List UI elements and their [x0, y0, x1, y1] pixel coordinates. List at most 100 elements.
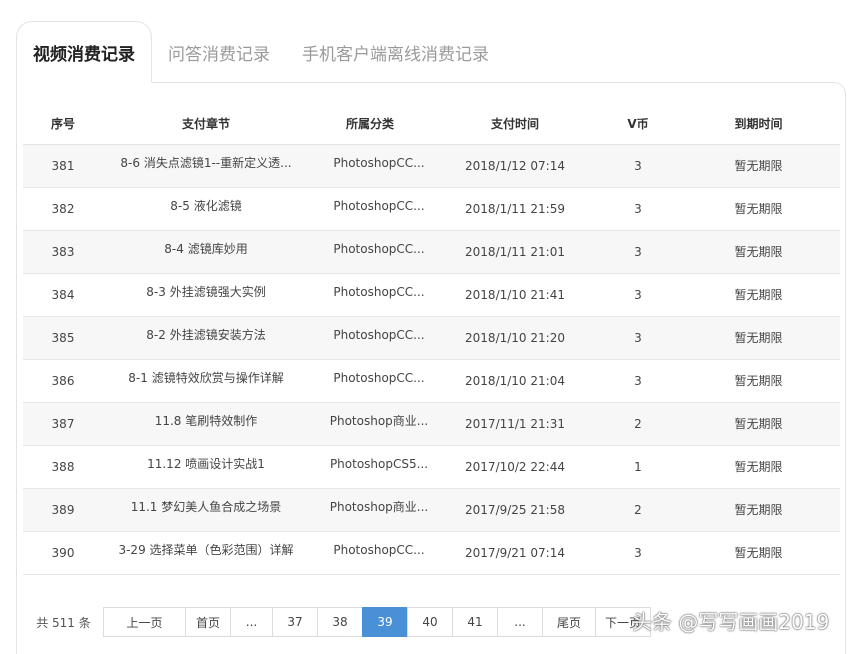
cell-index-text: 386: [51, 373, 75, 388]
cell-category-text: PhotoshopCC...: [333, 327, 425, 342]
cell-v-coins: 3: [599, 273, 677, 317]
cell-chapter: 8-3 外挂滤镜强大实例: [103, 273, 309, 317]
cell-category: PhotoshopCS5...: [309, 445, 431, 489]
cell-chapter: 11.1 梦幻美人鱼合成之场景: [103, 488, 309, 532]
cell-expiry: 暂无期限: [677, 187, 840, 231]
table-row: 389 11.1 梦幻美人鱼合成之场景 Photoshop商业... 2017/9/2…: [23, 488, 840, 532]
table-header-row: 序号 支付章节 所属分类 支付时间 V币 到期时间: [23, 104, 840, 145]
cell-expiry-text: 暂无期限: [734, 374, 783, 388]
cell-pay-time-text: 2018/1/10 21:04: [465, 373, 565, 388]
cell-category: Photoshop商业...: [309, 488, 431, 532]
tab-video-records[interactable]: 视频消费记录: [16, 21, 152, 83]
header-category: 所属分类: [309, 104, 431, 145]
cell-expiry-text: 暂无期限: [734, 202, 783, 216]
last-page-button[interactable]: 尾页: [542, 607, 596, 637]
cell-chapter-text: 3-29 选择菜单（色彩范围）详解: [118, 543, 294, 557]
tab-qa-records[interactable]: 问答消费记录: [152, 21, 286, 83]
ellipsis-left[interactable]: ...: [230, 607, 273, 637]
table-row: 381 8-6 消失点滤镜1--重新定义透... PhotoshopCC... 201…: [23, 144, 840, 188]
watermark: 头条 @写写画画2019: [632, 610, 830, 634]
cell-index: 385: [23, 316, 103, 360]
page-37-button[interactable]: 37: [272, 607, 318, 637]
cell-category-text: PhotoshopCC...: [333, 155, 425, 170]
cell-pay-time-text: 2018/1/11 21:01: [465, 244, 565, 259]
cell-index-text: 387: [51, 416, 75, 431]
cell-expiry: 暂无期限: [677, 359, 840, 403]
cell-index-text: 388: [51, 459, 75, 474]
cell-index-text: 384: [51, 287, 75, 302]
cell-v-coins-text: 2: [634, 416, 642, 431]
cell-category-text: PhotoshopCC...: [333, 198, 425, 213]
cell-category: PhotoshopCC...: [309, 144, 431, 188]
cell-category-text: Photoshop商业...: [329, 414, 429, 428]
cell-chapter-text: 8-2 外挂滤镜安装方法: [146, 328, 266, 342]
cell-v-coins: 2: [599, 488, 677, 532]
prev-page-button[interactable]: 上一页: [103, 607, 186, 637]
cell-chapter-text: 8-6 消失点滤镜1--重新定义透...: [120, 156, 292, 170]
cell-pay-time: 2017/9/21 07:14: [431, 531, 599, 575]
table-row: 382 8-5 液化滤镜 PhotoshopCC... 2018/1/11 21:59…: [23, 187, 840, 231]
cell-pay-time: 2018/1/11 21:59: [431, 187, 599, 231]
cell-index: 389: [23, 488, 103, 532]
cell-expiry: 暂无期限: [677, 488, 840, 532]
cell-index-text: 390: [51, 545, 75, 560]
cell-v-coins-text: 3: [634, 158, 642, 173]
cell-index: 388: [23, 445, 103, 489]
cell-category-text: PhotoshopCC...: [333, 542, 425, 557]
cell-v-coins-text: 3: [634, 201, 642, 216]
cell-expiry: 暂无期限: [677, 316, 840, 360]
cell-index-text: 389: [51, 502, 75, 517]
cell-expiry: 暂无期限: [677, 531, 840, 575]
cell-chapter: 8-4 滤镜库妙用: [103, 230, 309, 274]
table-row: 388 11.12 喷画设计实战1 PhotoshopCS5... 2017/10/2…: [23, 445, 840, 489]
cell-pay-time: 2018/1/12 07:14: [431, 144, 599, 188]
cell-pay-time: 2017/10/2 22:44: [431, 445, 599, 489]
page-41-button[interactable]: 41: [452, 607, 498, 637]
cell-pay-time-text: 2018/1/10 21:20: [465, 330, 565, 345]
cell-v-coins: 3: [599, 187, 677, 231]
cell-index: 382: [23, 187, 103, 231]
cell-expiry-text: 暂无期限: [734, 331, 783, 345]
cell-pay-time: 2017/9/25 21:58: [431, 488, 599, 532]
cell-expiry-text: 暂无期限: [734, 159, 783, 173]
cell-index: 383: [23, 230, 103, 274]
table-row: 387 11.8 笔刷特效制作 Photoshop商业... 2017/11/1 21…: [23, 402, 840, 446]
cell-chapter-text: 11.12 喷画设计实战1: [147, 457, 265, 471]
cell-expiry: 暂无期限: [677, 445, 840, 489]
cell-expiry: 暂无期限: [677, 402, 840, 446]
cell-expiry-text: 暂无期限: [734, 245, 783, 259]
tab-mobile-offline-records[interactable]: 手机客户端离线消费记录: [286, 21, 505, 83]
first-page-button[interactable]: 首页: [185, 607, 231, 637]
cell-pay-time-text: 2017/11/1 21:31: [465, 416, 565, 431]
cell-expiry-text: 暂无期限: [734, 503, 783, 517]
cell-expiry-text: 暂无期限: [734, 417, 783, 431]
cell-index: 390: [23, 531, 103, 575]
cell-category: PhotoshopCC...: [309, 531, 431, 575]
total-count: 共 511 条: [36, 615, 91, 630]
cell-chapter-text: 11.1 梦幻美人鱼合成之场景: [130, 500, 282, 514]
cell-category: Photoshop商业...: [309, 402, 431, 446]
table-row: 384 8-3 外挂滤镜强大实例 PhotoshopCC... 2018/1/10 2…: [23, 273, 840, 317]
records-table: 序号 支付章节 所属分类 支付时间 V币 到期时间 381 8-6 消失点滤镜1-…: [23, 104, 840, 575]
cell-category: PhotoshopCC...: [309, 230, 431, 274]
cell-index: 386: [23, 359, 103, 403]
header-pay-time: 支付时间: [431, 104, 599, 145]
cell-v-coins: 3: [599, 144, 677, 188]
cell-v-coins: 3: [599, 531, 677, 575]
header-v-coins: V币: [599, 104, 677, 145]
cell-v-coins: 3: [599, 230, 677, 274]
page-40-button[interactable]: 40: [407, 607, 453, 637]
cell-chapter: 8-2 外挂滤镜安装方法: [103, 316, 309, 360]
page-38-button[interactable]: 38: [317, 607, 363, 637]
cell-category: PhotoshopCC...: [309, 187, 431, 231]
cell-chapter-text: 11.8 笔刷特效制作: [154, 414, 258, 428]
cell-v-coins: 3: [599, 316, 677, 360]
table-row: 383 8-4 滤镜库妙用 PhotoshopCC... 2018/1/11 21:0…: [23, 230, 840, 274]
cell-index: 384: [23, 273, 103, 317]
cell-v-coins-text: 1: [634, 459, 642, 474]
page-39-button[interactable]: 39: [362, 607, 408, 637]
ellipsis-right[interactable]: ...: [497, 607, 543, 637]
header-chapter: 支付章节: [103, 104, 309, 145]
cell-expiry-text: 暂无期限: [734, 546, 783, 560]
cell-expiry-text: 暂无期限: [734, 288, 783, 302]
